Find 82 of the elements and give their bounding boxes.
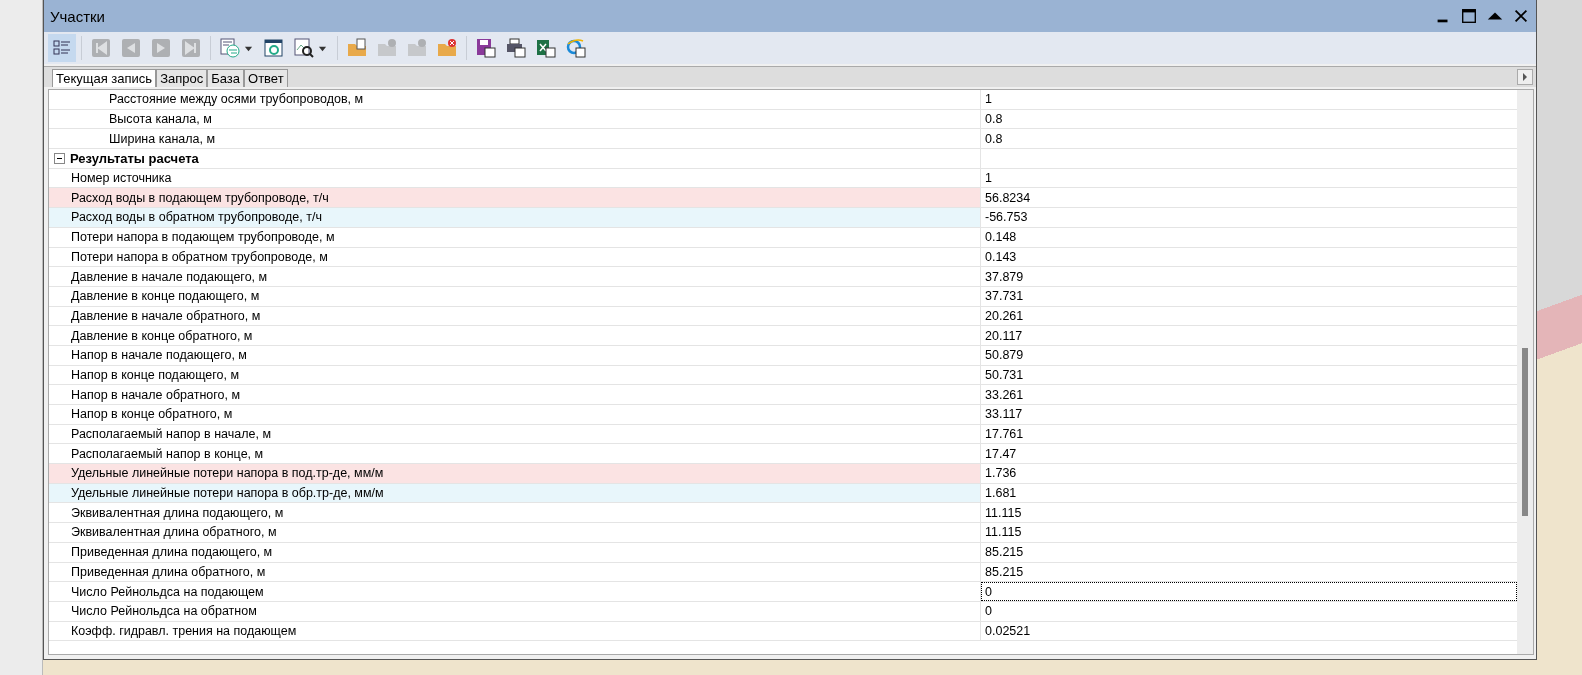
- property-label: Приведенная длина подающего, м: [49, 542, 981, 562]
- property-value[interactable]: 11.115: [981, 503, 1517, 523]
- property-value[interactable]: 0.8: [981, 109, 1517, 129]
- property-value[interactable]: 0: [981, 582, 1517, 601]
- property-value[interactable]: 0.8: [981, 129, 1517, 149]
- last-record-icon: [181, 38, 201, 58]
- property-label: Удельные линейные потери напора в под.тр-де, мм/м: [49, 464, 981, 483]
- collapse-icon[interactable]: [54, 152, 65, 164]
- property-label: Потери напора в обратном трубопроводе, м: [49, 247, 981, 267]
- globe-table-icon: [566, 38, 586, 58]
- property-value[interactable]: 56.8234: [981, 188, 1517, 208]
- property-value[interactable]: 1.736: [981, 464, 1517, 483]
- caret-icon: [318, 44, 327, 53]
- scrollbar[interactable]: [1517, 90, 1533, 654]
- property-value[interactable]: 11.115: [981, 523, 1517, 542]
- first-record-icon: [91, 38, 111, 58]
- caret-icon: [244, 44, 253, 53]
- scroll-right-icon[interactable]: [1517, 69, 1533, 85]
- property-label: Расход воды в обратном трубопроводе, т/ч: [49, 208, 981, 227]
- close-icon[interactable]: [1512, 7, 1530, 25]
- tab[interactable]: База: [207, 69, 245, 87]
- list-button[interactable]: [48, 34, 76, 62]
- property-value[interactable]: 1: [981, 90, 1517, 109]
- property-value[interactable]: 33.117: [981, 405, 1517, 424]
- property-value[interactable]: 1: [981, 168, 1517, 188]
- property-label: Потери напора в подающем трубопроводе, м: [49, 227, 981, 247]
- property-value[interactable]: 0: [981, 601, 1517, 621]
- previous-record-icon: [121, 38, 141, 58]
- property-label: Ширина канала, м: [49, 129, 981, 149]
- property-value[interactable]: 20.117: [981, 326, 1517, 345]
- property-label: Расстояние между осями трубопроводов, м: [49, 90, 981, 109]
- property-label: Напор в конце подающего, м: [49, 365, 981, 385]
- property-label: Эквивалентная длина подающего, м: [49, 503, 981, 523]
- property-label: Располагаемый напор в начале, м: [49, 424, 981, 444]
- window-title: Участки: [50, 7, 105, 25]
- property-value[interactable]: 0.02521: [981, 621, 1517, 641]
- tab[interactable]: Запрос: [156, 69, 208, 87]
- property-label: Число Рейнольдса на подающем: [49, 582, 981, 601]
- find-icon: [294, 38, 314, 58]
- property-value[interactable]: 33.261: [981, 385, 1517, 404]
- category-title: Результаты расчета: [70, 150, 199, 166]
- property-value[interactable]: 50.731: [981, 365, 1517, 385]
- next-record-icon: [151, 38, 171, 58]
- folder-delete-icon: [437, 38, 457, 58]
- property-value[interactable]: 37.879: [981, 267, 1517, 286]
- property-value[interactable]: 85.215: [981, 542, 1517, 562]
- property-label: Приведенная длина обратного, м: [49, 562, 981, 582]
- tab[interactable]: Ответ: [244, 69, 288, 87]
- exchange-icon: [220, 38, 240, 58]
- property-label: Номер источника: [49, 168, 981, 188]
- property-label: Располагаемый напор в конце, м: [49, 444, 981, 464]
- folder-icon: [347, 38, 367, 58]
- property-value[interactable]: 17.761: [981, 424, 1517, 444]
- property-label: Расход воды в подающем трубопроводе, т/ч: [49, 188, 981, 208]
- property-label: Давление в конце обратного, м: [49, 326, 981, 345]
- property-label: Высота канала, м: [49, 109, 981, 129]
- scrollbar-thumb[interactable]: [1522, 348, 1528, 516]
- property-label: Напор в начале подающего, м: [49, 345, 981, 365]
- property-value[interactable]: 20.261: [981, 306, 1517, 326]
- property-value[interactable]: 0.148: [981, 227, 1517, 247]
- maximize-icon[interactable]: [1460, 7, 1478, 25]
- property-value[interactable]: 0.143: [981, 247, 1517, 267]
- refresh-icon: [264, 38, 284, 58]
- property-value[interactable]: 1.681: [981, 483, 1517, 503]
- tab[interactable]: Текущая запись: [52, 69, 157, 87]
- property-value[interactable]: 50.879: [981, 345, 1517, 365]
- property-value[interactable]: -56.753: [981, 208, 1517, 227]
- property-label: Число Рейнольдса на обратном: [49, 601, 981, 621]
- property-label: Давление в начале подающего, м: [49, 267, 981, 286]
- property-label: Напор в начале обратного, м: [49, 385, 981, 404]
- property-label: Напор в конце обратного, м: [49, 405, 981, 424]
- property-value[interactable]: 37.731: [981, 286, 1517, 306]
- property-label: Эквивалентная длина обратного, м: [49, 523, 981, 542]
- list-icon: [52, 38, 72, 58]
- floppy-table-icon: [476, 38, 496, 58]
- property-label: Коэфф. гидравл. трения на подающем: [49, 621, 981, 641]
- property-value[interactable]: 17.47: [981, 444, 1517, 464]
- property-value[interactable]: 85.215: [981, 562, 1517, 582]
- property-label: Давление в начале обратного, м: [49, 306, 981, 326]
- property-label: Давление в конце подающего, м: [49, 286, 981, 306]
- printer-table-icon: [506, 38, 526, 58]
- spreadsheet-icon: [536, 38, 556, 58]
